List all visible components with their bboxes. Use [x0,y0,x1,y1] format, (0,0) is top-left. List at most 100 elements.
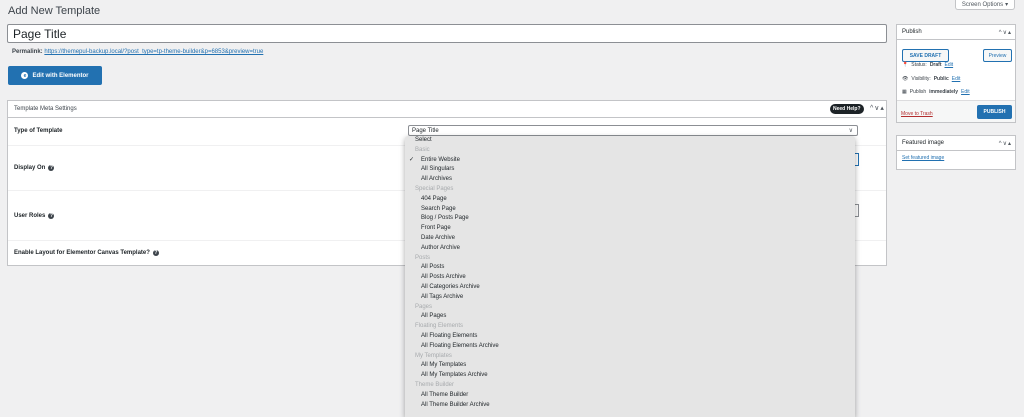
dropdown-item-label: Pages [415,303,433,310]
meta-box-header: Template Meta Settings Need Help? ^∨▴ [8,101,886,118]
dropdown-option[interactable]: Front Page [405,224,855,234]
screen-options-label: Screen Options [961,1,1004,8]
dropdown-item-label: All Posts [421,264,445,271]
dropdown-item-label: All Theme Builder [421,391,469,398]
permalink-link[interactable]: https://themepul-backup.local/?post_type… [44,49,263,55]
dropdown-option[interactable]: Search Page [405,205,855,215]
dropdown-option[interactable]: All Categories Archive [405,283,855,293]
publish-time-value: immediately [929,89,959,95]
canvas-layout-text: Enable Layout for Elementor Canvas Templ… [14,250,150,256]
need-help-button[interactable]: Need Help? [830,104,864,114]
dropdown-item-label: Entire Website [421,156,460,163]
dropdown-option[interactable]: Date Archive [405,234,855,244]
dropdown-item-label: Theme Builder [415,381,455,388]
featured-image-controls[interactable]: ^∨▴ [999,140,1012,147]
dropdown-item-label: All Singulars [421,166,455,173]
move-to-trash-link[interactable]: Move to Trash [901,111,933,117]
dropdown-group-label: Floating Elements [405,322,855,332]
dropdown-item-label: My Templates [415,352,452,359]
help-icon[interactable]: ? [48,165,55,171]
page-heading: Add New Template [8,5,101,17]
calendar-icon: ▦ [902,89,907,95]
canvas-layout-label: Enable Layout for Elementor Canvas Templ… [14,250,159,256]
publish-box-controls[interactable]: ^∨▴ [999,29,1012,36]
dropdown-option[interactable]: Author Archive [405,244,855,254]
dropdown-group-label: Theme Builder [405,381,855,391]
dropdown-item-label: Select [415,137,432,143]
dropdown-option[interactable]: All Theme Builder Archive [405,401,855,411]
type-of-template-value: Page Title [412,127,439,134]
dropdown-item-label: Posts [415,254,431,261]
dropdown-item-label: All My Templates [421,362,467,369]
dropdown-item-label: Floating Elements [415,323,464,330]
chevron-down-icon: ▾ [1005,2,1009,8]
post-title-input[interactable] [7,24,887,43]
dropdown-option[interactable]: All Floating Elements Archive [405,342,855,352]
edit-with-elementor-button[interactable]: e Edit with Elementor [8,66,102,85]
publish-button[interactable]: PUBLISH [977,105,1012,119]
dropdown-item-label: Special Pages [415,185,454,192]
publish-time-label: Publish [909,89,927,95]
dropdown-item-label: Date Archive [421,234,456,241]
dropdown-item-label: Blog / Posts Page [421,215,469,222]
dropdown-option[interactable]: All Singulars [405,165,855,175]
publish-title: Publish [902,29,922,35]
type-of-template-label: Type of Template [14,128,62,134]
display-on-dropdown[interactable]: Select Basic ✓ Entire Website All Singulars A… [405,136,855,417]
dropdown-option[interactable]: All My Templates [405,361,855,371]
dropdown-item-label: 404 Page [421,195,447,202]
meta-box-title: Template Meta Settings [14,106,77,112]
permalink: Permalink: https://themepul-backup.local… [12,49,263,55]
elementor-icon: e [21,72,29,79]
featured-image-box: Featured image ^∨▴ Set featured image [896,135,1016,170]
status-line: 📍 Status: Draft Edit [902,62,953,68]
visibility-line: 👁 Visibility: Public Edit [902,76,960,82]
dropdown-option[interactable]: All Posts Archive [405,273,855,283]
edit-status-link[interactable]: Edit [944,62,953,68]
eye-icon: 👁 [902,76,909,82]
help-icon[interactable]: ? [152,250,159,256]
display-on-text: Display On [14,165,46,171]
save-draft-button[interactable]: SAVE DRAFT [902,49,949,62]
dropdown-option[interactable]: Select [405,136,855,146]
dropdown-option[interactable]: All Pages [405,312,855,322]
type-of-template-text: Type of Template [14,128,63,134]
featured-image-title: Featured image [902,140,945,146]
screen-options-button[interactable]: Screen Options ▾ [955,0,1015,10]
visibility-label: Visibility: [911,76,931,82]
publish-header: Publish ^∨▴ [897,25,1015,40]
checkmark-icon: ✓ [409,156,415,163]
type-of-template-select[interactable]: Page Title ∨ [408,125,858,136]
set-featured-image-link[interactable]: Set featured image [902,155,944,161]
dropdown-option[interactable]: Blog / Posts Page [405,214,855,224]
dropdown-option[interactable]: All Posts [405,263,855,273]
dropdown-group-label: Posts [405,254,855,264]
visibility-value: Public [933,76,949,82]
help-icon[interactable]: ? [48,213,55,219]
user-roles-text: User Roles [14,213,46,219]
edit-publish-time-link[interactable]: Edit [961,89,970,95]
dropdown-option[interactable]: ✓ Entire Website [405,156,855,166]
edit-with-elementor-label: Edit with Elementor [32,72,89,79]
dropdown-group-label: My Templates [405,352,855,362]
status-value: Draft [929,62,942,68]
edit-visibility-link[interactable]: Edit [952,76,961,82]
dropdown-item-label: All Posts Archive [421,274,466,281]
user-roles-label: User Roles? [14,213,55,219]
dropdown-item-label: All Floating Elements Archive [421,342,499,349]
dropdown-item-label: All Archives [421,176,453,183]
dropdown-option[interactable]: 404 Page [405,195,855,205]
dropdown-group-label: Special Pages [405,185,855,195]
preview-button[interactable]: Preview [983,49,1012,62]
dropdown-item-label: All Floating Elements [421,332,478,339]
dropdown-option[interactable]: All Archives [405,175,855,185]
display-on-label: Display On? [14,165,55,171]
dropdown-option[interactable]: All Tags Archive [405,293,855,303]
dropdown-group-label: Basic [405,146,855,156]
publish-footer: Move to Trash PUBLISH [897,100,1015,122]
dropdown-option[interactable]: All My Templates Archive [405,371,855,381]
dropdown-option[interactable]: All Floating Elements [405,332,855,342]
permalink-label: Permalink: [12,49,43,55]
dropdown-option[interactable]: All Theme Builder [405,391,855,401]
meta-box-controls[interactable]: ^∨▴ [870,104,885,112]
